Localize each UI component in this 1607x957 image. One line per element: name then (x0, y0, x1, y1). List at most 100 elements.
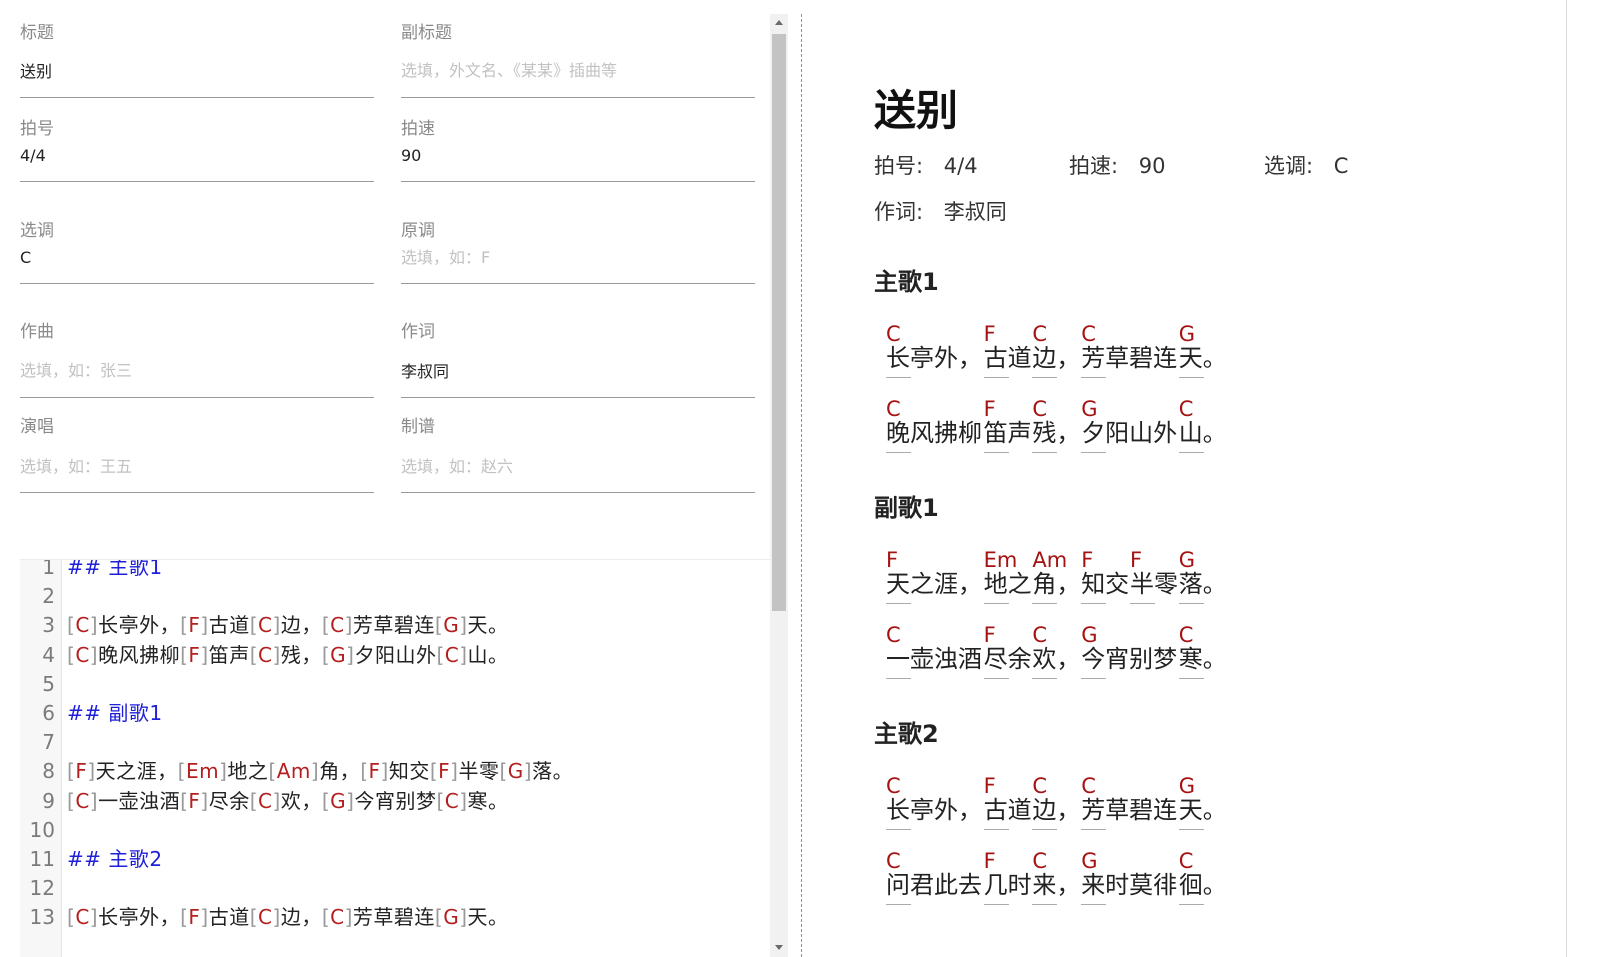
subtitle-field: 副标题 (401, 18, 755, 98)
lyric-text: 几时 (983, 871, 1032, 899)
lyric-text: 芳草碧连 (1081, 344, 1178, 372)
preview-tempo-value: 90 (1138, 154, 1166, 178)
preview-time-value: 4/4 (943, 154, 978, 178)
line-number: 5 (42, 671, 55, 696)
line-number: 8 (42, 759, 55, 784)
editor-line[interactable]: 1 ## 主歌1 (20, 559, 773, 582)
scroll-up-arrow-icon[interactable] (770, 14, 788, 32)
chord-underline (886, 829, 911, 830)
chord-token: C (75, 613, 90, 638)
chord-token: C (258, 642, 273, 667)
chord-underline (1081, 452, 1107, 453)
chord-token: C (444, 642, 460, 667)
preview-tempo: 拍速: 90 (1069, 150, 1166, 180)
chord-token: F (188, 788, 201, 813)
editor-line[interactable]: 10 (20, 816, 773, 845)
title-field: 标题 (20, 18, 374, 98)
lyric-text: 边， (1032, 796, 1081, 824)
section-title: 主歌2 (874, 720, 939, 748)
transcriber-input[interactable] (401, 454, 755, 478)
chord-underline (1032, 904, 1058, 905)
orig-key-input[interactable] (401, 245, 755, 269)
line-number: 2 (42, 584, 55, 609)
pane-divider[interactable] (801, 14, 802, 957)
line-number: 11 (29, 847, 55, 871)
chord-token: C (330, 905, 345, 930)
lyric-text: 天。 (1178, 344, 1227, 372)
subtitle-input[interactable] (401, 58, 755, 82)
preview-key: 选调: C (1264, 150, 1348, 180)
chord-underline (983, 452, 1009, 453)
line-number: 10 (29, 817, 55, 842)
line-text: [C]长亭外，[F]古道[C]边，[C]芳草碧连[G]天。 (67, 613, 509, 638)
chord-token: F (438, 759, 451, 784)
editor-line[interactable]: 5 (20, 670, 773, 699)
chord-underline (1178, 603, 1204, 604)
editor-line[interactable]: 4 [C]晚风拂柳[F]笛声[C]残，[G]夕阳山外[C]山。 (20, 641, 773, 670)
editor-line[interactable]: 6 ## 副歌1 (20, 699, 773, 728)
chord-underline (1130, 603, 1155, 604)
chord-underline (1081, 829, 1107, 830)
editor-line[interactable]: 2 (20, 582, 773, 611)
chord-token: Em (185, 759, 220, 784)
chord-underline (1081, 603, 1107, 604)
editor-line[interactable]: 8 [F]天之涯，[Em]地之[Am]角，[F]知交[F]半零[G]落。 (20, 757, 773, 786)
lyric-text: 残， (1032, 419, 1081, 447)
orig-key-field: 原调 (401, 216, 755, 284)
lyric-text: 半零 (1130, 570, 1178, 598)
title-label: 标题 (20, 23, 54, 43)
chord-token: G (507, 759, 524, 784)
chord-token: G (330, 788, 347, 813)
preview-time-label: 拍号: (874, 154, 924, 178)
scroll-thumb[interactable] (772, 34, 786, 611)
chord-token: G (443, 905, 460, 930)
lyric-text: 晚风拂柳 (886, 419, 982, 447)
lyric-text: 落。 (1178, 570, 1227, 598)
singer-label: 演唱 (20, 417, 54, 437)
composer-label: 作曲 (20, 322, 54, 342)
chord-underline (1032, 678, 1058, 679)
chord-token: C (75, 788, 90, 813)
line-text: ## 主歌1 (67, 559, 163, 579)
chord-token: C (330, 613, 345, 638)
time-input[interactable] (20, 143, 374, 167)
line-text: [F]天之涯，[Em]地之[Am]角，[F]知交[F]半零[G]落。 (67, 759, 574, 784)
preview-title: 送别 (874, 86, 959, 135)
chord-underline (1178, 678, 1204, 679)
line-text: ## 副歌1 (67, 701, 163, 725)
lyricist-input[interactable] (401, 358, 755, 382)
scroll-down-arrow-icon[interactable] (770, 939, 788, 957)
editor-line[interactable]: 9 [C]一壶浊酒[F]尽余[C]欢，[G]今宵别梦[C]寒。 (20, 787, 773, 816)
lyric-text: 欢， (1032, 645, 1081, 673)
chord-token: F (368, 759, 381, 784)
lyric-text: 角， (1032, 570, 1081, 598)
editor-line[interactable]: 12 (20, 874, 773, 903)
editor-line[interactable]: 3 [C]长亭外，[F]古道[C]边，[C]芳草碧连[G]天。 (20, 611, 773, 640)
sheet-preview: 送别 拍号: 4/4 拍速: 90 选调: C 作词: 李叔同 主歌1 C 长亭外，… (874, 0, 1574, 957)
key-label: 选调 (20, 221, 54, 241)
lyric-text: 寒。 (1178, 645, 1227, 673)
lyric-text: 古道 (983, 344, 1032, 372)
chord-token: F (188, 642, 201, 667)
lyric-text: 山。 (1178, 419, 1227, 447)
line-text: [C]一壶浊酒[F]尽余[C]欢，[G]今宵别梦[C]寒。 (67, 788, 509, 813)
lyric-text: 长亭外， (886, 796, 982, 824)
lyric-text: 笛声 (983, 419, 1032, 447)
lyric-text: 芳草碧连 (1081, 796, 1178, 824)
tempo-input[interactable] (401, 143, 755, 167)
editor-line[interactable]: 11 ## 主歌2 (20, 845, 773, 874)
chord-lyrics-editor[interactable]: 1 ## 主歌1 2 3 [C]长亭外，[F]古道[C]边，[C]芳草碧连[G]天。 4 [… (20, 559, 774, 957)
editor-line[interactable]: 13 [C]长亭外，[F]古道[C]边，[C]芳草碧连[G]天。 (20, 903, 773, 932)
title-input[interactable] (20, 58, 374, 82)
singer-input[interactable] (20, 454, 374, 478)
time-field: 拍号 (20, 114, 374, 182)
composer-input[interactable] (20, 358, 374, 382)
orig-key-label: 原调 (401, 221, 435, 241)
chord-underline (886, 452, 911, 453)
preview-lyricist: 作词: 李叔同 (874, 196, 1007, 226)
key-input[interactable] (20, 245, 374, 269)
form-scrollbar[interactable] (770, 14, 788, 957)
editor-line[interactable]: 7 (20, 728, 773, 757)
singer-field: 演唱 (20, 412, 374, 493)
preview-key-value: C (1333, 154, 1349, 178)
